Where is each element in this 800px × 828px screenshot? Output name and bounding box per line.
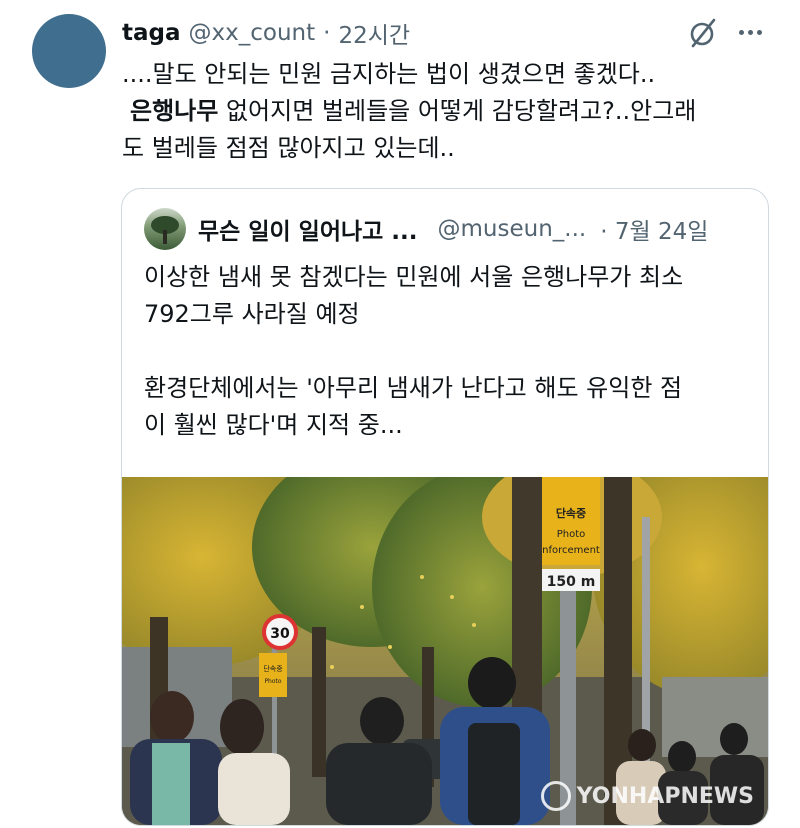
author-handle[interactable]: @xx_count (189, 20, 316, 46)
sign-distance-label: 150 m (547, 574, 596, 590)
yonhap-logo-icon (540, 781, 571, 811)
dot-icon (747, 29, 753, 35)
quote-author-handle[interactable]: @museun_... (438, 216, 587, 242)
tweet-header: taga @xx_count · 22시간 (122, 17, 410, 49)
quote-line-4: 이 훨씬 많다'며 지적 중... (144, 411, 403, 439)
dot-icon (738, 29, 744, 35)
quote-author-name[interactable]: 무슨 일이 일어나고 ... (198, 212, 418, 246)
quote-date[interactable]: · 7월 24일 (600, 212, 708, 246)
quote-photo[interactable]: 단속중 Photo nforcement 150 m 30 단속중 Photo (122, 477, 768, 825)
tweet-text: ....말도 안되는 민원 금지하는 법이 생겼으면 좋겠다.. 은행나무 없어… (122, 56, 762, 167)
quote-line-2: 792그루 사라질 예정 (144, 300, 360, 328)
small-sign-top-label: 단속중 (263, 664, 283, 673)
dot-icon (756, 29, 762, 35)
separator: · (323, 20, 331, 46)
speed-limit-label: 30 (270, 626, 290, 642)
tweet-line-2-rest: 없어지면 벌레들을 어떻게 감당할려고?..안그래 (218, 97, 697, 125)
quote-avatar[interactable] (144, 208, 186, 250)
watermark-text: YONHAPNEWS (576, 783, 754, 809)
tweet-line-2: 은행나무 없어지면 벌레들을 어떻게 감당할려고?..안그래 (122, 93, 762, 130)
eye-slash-icon[interactable] (686, 16, 720, 50)
tweet-line-1: ....말도 안되는 민원 금지하는 법이 생겼으면 좋겠다.. (122, 60, 656, 88)
sign-top-label: 단속중 (556, 506, 586, 520)
sign-enforcement-label: nforcement (542, 545, 600, 556)
small-sign-photo-label: Photo (264, 678, 281, 685)
author-name[interactable]: taga (122, 20, 181, 46)
keyword[interactable]: 은행나무 (122, 97, 218, 125)
quote-line-3: 환경단체에서는 '아무리 냄새가 난다고 해도 유익한 점 (144, 374, 683, 402)
more-icon[interactable] (733, 18, 767, 46)
quote-tweet[interactable]: 무슨 일이 일어나고 ... @museun_... · 7월 24일 이상한 … (121, 188, 769, 826)
timestamp[interactable]: 22시간 (338, 16, 410, 50)
quote-header: 무슨 일이 일어나고 ... @museun_... · 7월 24일 (144, 208, 708, 250)
watermark: YONHAPNEWS (540, 781, 754, 811)
tweet-line-3: 도 벌레들 점점 많아지고 있는데.. (122, 134, 455, 162)
sign-photo-label: Photo (557, 529, 586, 540)
quote-line-1: 이상한 냄새 못 참겠다는 민원에 서울 은행나무가 최소 (144, 263, 684, 291)
quote-text: 이상한 냄새 못 참겠다는 민원에 서울 은행나무가 최소 792그루 사라질 … (144, 259, 754, 444)
avatar[interactable] (32, 14, 106, 88)
